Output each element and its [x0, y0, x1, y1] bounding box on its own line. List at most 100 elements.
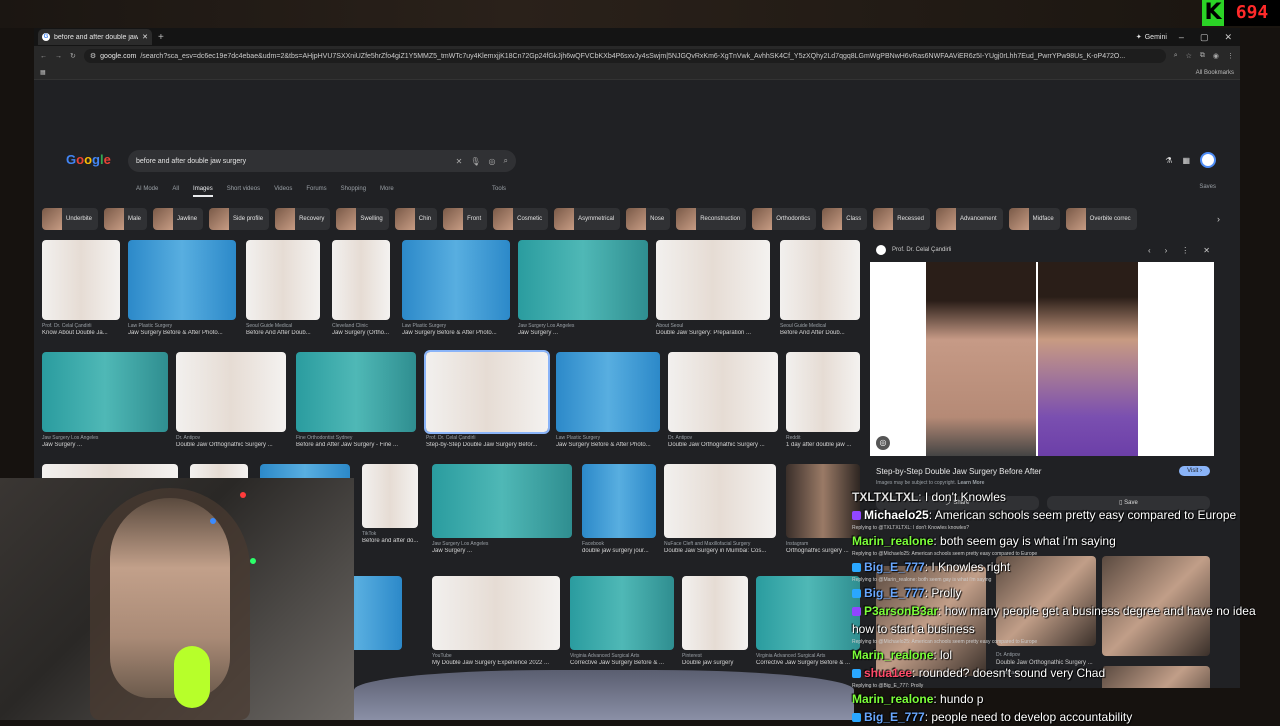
close-tab-icon[interactable]: ✕: [142, 33, 148, 41]
chat-username[interactable]: Big_E_777: [864, 560, 925, 574]
search-box[interactable]: before and after double jaw surgery ✕ 🎙 …: [128, 150, 516, 172]
chip[interactable]: Overbite correc: [1065, 208, 1137, 230]
image-result[interactable]: Prof. Dr. Celal Çandirli Step-by-Step Dou…: [424, 350, 550, 448]
google-apps-icon[interactable]: ▦: [1182, 156, 1190, 165]
result-thumbnail[interactable]: [668, 352, 778, 432]
chip[interactable]: Recovery: [275, 208, 331, 230]
result-caption[interactable]: Corrective Jaw Surgery Before & ...: [756, 660, 860, 666]
result-caption[interactable]: Jaw Surgery Before & After Photo...: [128, 330, 236, 336]
bookmark-star-icon[interactable]: ☆: [1186, 52, 1192, 60]
image-result[interactable]: Jaw Surgery Los Angeles Jaw Surgery ...: [518, 240, 648, 336]
result-caption[interactable]: Step-by-Step Double Jaw Surgery Befor...: [426, 442, 548, 448]
image-result[interactable]: Dr. Antipov Double Jaw Orthognathic Surge…: [176, 352, 286, 448]
result-thumbnail[interactable]: [432, 464, 572, 538]
image-result[interactable]: Law Plastic Surgery Jaw Surgery Before & …: [128, 240, 236, 336]
result-caption[interactable]: My Double Jaw Surgery Experience 2022 ..…: [432, 660, 560, 666]
image-result[interactable]: Law Plastic Surgery Jaw Surgery Before & …: [402, 240, 510, 336]
chip[interactable]: Asymmetrical: [554, 208, 621, 230]
result-thumbnail[interactable]: [664, 464, 776, 538]
result-thumbnail[interactable]: [296, 352, 416, 432]
chip[interactable]: Male: [104, 208, 148, 230]
image-result[interactable]: About Seoul Double Jaw Surgery: Preparati…: [656, 240, 770, 336]
all-bookmarks[interactable]: All Bookmarks: [1196, 70, 1234, 76]
result-caption[interactable]: Before and after do...: [362, 538, 418, 544]
menu-icon[interactable]: ⋮: [1227, 52, 1234, 60]
chat-username[interactable]: shua1ee: [864, 666, 912, 680]
chip[interactable]: Midface: [1008, 208, 1060, 230]
chip[interactable]: Chin: [394, 208, 438, 230]
saves-link[interactable]: Saves: [1199, 184, 1216, 190]
chip[interactable]: Reconstruction: [676, 208, 747, 230]
result-thumbnail[interactable]: [582, 464, 656, 538]
filter-ai-mode[interactable]: AI Mode: [136, 186, 158, 197]
chip[interactable]: Nose: [626, 208, 671, 230]
gemini-button[interactable]: ✦ Gemini: [1136, 33, 1167, 42]
chat-username[interactable]: Big_E_777: [864, 710, 925, 724]
chip[interactable]: Jawline: [153, 208, 204, 230]
image-result[interactable]: NuFace Cleft and Maxillofacial Surgery Do…: [664, 464, 776, 554]
back-icon[interactable]: ←: [40, 53, 47, 60]
result-caption[interactable]: Before and After Jaw Surgery - Fine ...: [296, 442, 416, 448]
image-result[interactable]: Cleveland Clinic Jaw Surgery (Ortho...: [332, 240, 390, 336]
learn-more-link[interactable]: Learn More: [957, 480, 984, 486]
chat-username[interactable]: TXLTXLTXL: [852, 490, 918, 504]
chip[interactable]: Side profile: [209, 208, 270, 230]
search-icon[interactable]: ⌕: [504, 156, 508, 166]
extensions-icon[interactable]: ⧉: [1200, 52, 1205, 60]
tools-button[interactable]: Tools: [492, 186, 506, 192]
chat-username[interactable]: Michaelo25: [864, 508, 929, 522]
result-thumbnail[interactable]: [780, 240, 860, 320]
close-window-icon[interactable]: ✕: [1224, 32, 1232, 43]
result-caption[interactable]: Orthognathic surgery ...: [786, 548, 860, 554]
result-caption[interactable]: Know About Double Ja...: [42, 330, 120, 336]
image-result[interactable]: Seoul Guide Medical Before And After Doub…: [780, 240, 860, 336]
result-thumbnail[interactable]: [128, 240, 236, 320]
result-caption[interactable]: Jaw Surgery ...: [518, 330, 648, 336]
result-caption[interactable]: Jaw Surgery (Ortho...: [332, 330, 390, 336]
google-lens-icon[interactable]: ◎: [876, 436, 890, 450]
result-thumbnail[interactable]: [362, 464, 418, 528]
result-caption[interactable]: Double Jaw Surgery in Mumbai: Cos...: [664, 548, 776, 554]
filter-short-videos[interactable]: Short videos: [227, 186, 260, 197]
result-caption[interactable]: double jaw surgery jour...: [582, 548, 656, 554]
image-result[interactable]: Dr. Antipov Double Jaw Orthognathic Surge…: [668, 352, 778, 448]
result-caption[interactable]: Double Jaw Orthognathic Surgery ...: [668, 442, 778, 448]
result-thumbnail[interactable]: [682, 576, 748, 650]
microphone-icon[interactable]: 🎙: [470, 157, 480, 166]
close-panel-icon[interactable]: ✕: [1203, 246, 1210, 255]
result-caption[interactable]: Jaw Surgery Before & After Photo...: [402, 330, 510, 336]
chat-username[interactable]: Marin_realone: [852, 692, 933, 706]
result-caption[interactable]: Jaw Surgery ...: [432, 548, 572, 554]
google-logo[interactable]: Google: [66, 152, 111, 167]
image-result[interactable]: TikTok Before and after do...: [362, 464, 418, 544]
image-result[interactable]: Seoul Guide Medical Before And After Doub…: [246, 240, 320, 336]
result-thumbnail[interactable]: [424, 350, 550, 434]
chip[interactable]: Orthodontics: [752, 208, 817, 230]
preview-image[interactable]: ◎: [870, 262, 1214, 456]
chip[interactable]: Underbite: [42, 208, 99, 230]
image-result[interactable]: Virginia Advanced Surgical Arts Correctiv…: [756, 576, 860, 666]
result-caption[interactable]: Before And After Doub...: [246, 330, 320, 336]
filter-shopping[interactable]: Shopping: [341, 186, 366, 197]
apps-icon[interactable]: ▦: [40, 69, 46, 76]
image-result[interactable]: Facebook double jaw surgery jour...: [582, 464, 656, 554]
result-caption[interactable]: Before And After Doub...: [780, 330, 860, 336]
chip[interactable]: Advancement: [935, 208, 1003, 230]
result-thumbnail[interactable]: [42, 240, 120, 320]
result-caption[interactable]: Jaw Surgery Before & After Photo...: [556, 442, 660, 448]
image-result[interactable]: Jaw Surgery Los Angeles Jaw Surgery ...: [432, 464, 572, 554]
chips-next-icon[interactable]: ›: [1217, 214, 1220, 224]
result-thumbnail[interactable]: [556, 352, 660, 432]
chip[interactable]: Class: [822, 208, 868, 230]
forward-icon[interactable]: →: [55, 53, 62, 60]
new-tab-button[interactable]: +: [158, 32, 164, 43]
image-result[interactable]: Jaw Surgery Los Angeles Jaw Surgery ...: [42, 352, 168, 448]
visit-button[interactable]: Visit ›: [1179, 466, 1210, 476]
result-thumbnail[interactable]: [570, 576, 674, 650]
result-thumbnail[interactable]: [402, 240, 510, 320]
result-thumbnail[interactable]: [246, 240, 320, 320]
chip[interactable]: Cosmetic: [493, 208, 549, 230]
chat-username[interactable]: Marin_realone: [852, 648, 933, 662]
zoom-icon[interactable]: ⌕: [1174, 52, 1178, 60]
result-thumbnail[interactable]: [756, 576, 860, 650]
